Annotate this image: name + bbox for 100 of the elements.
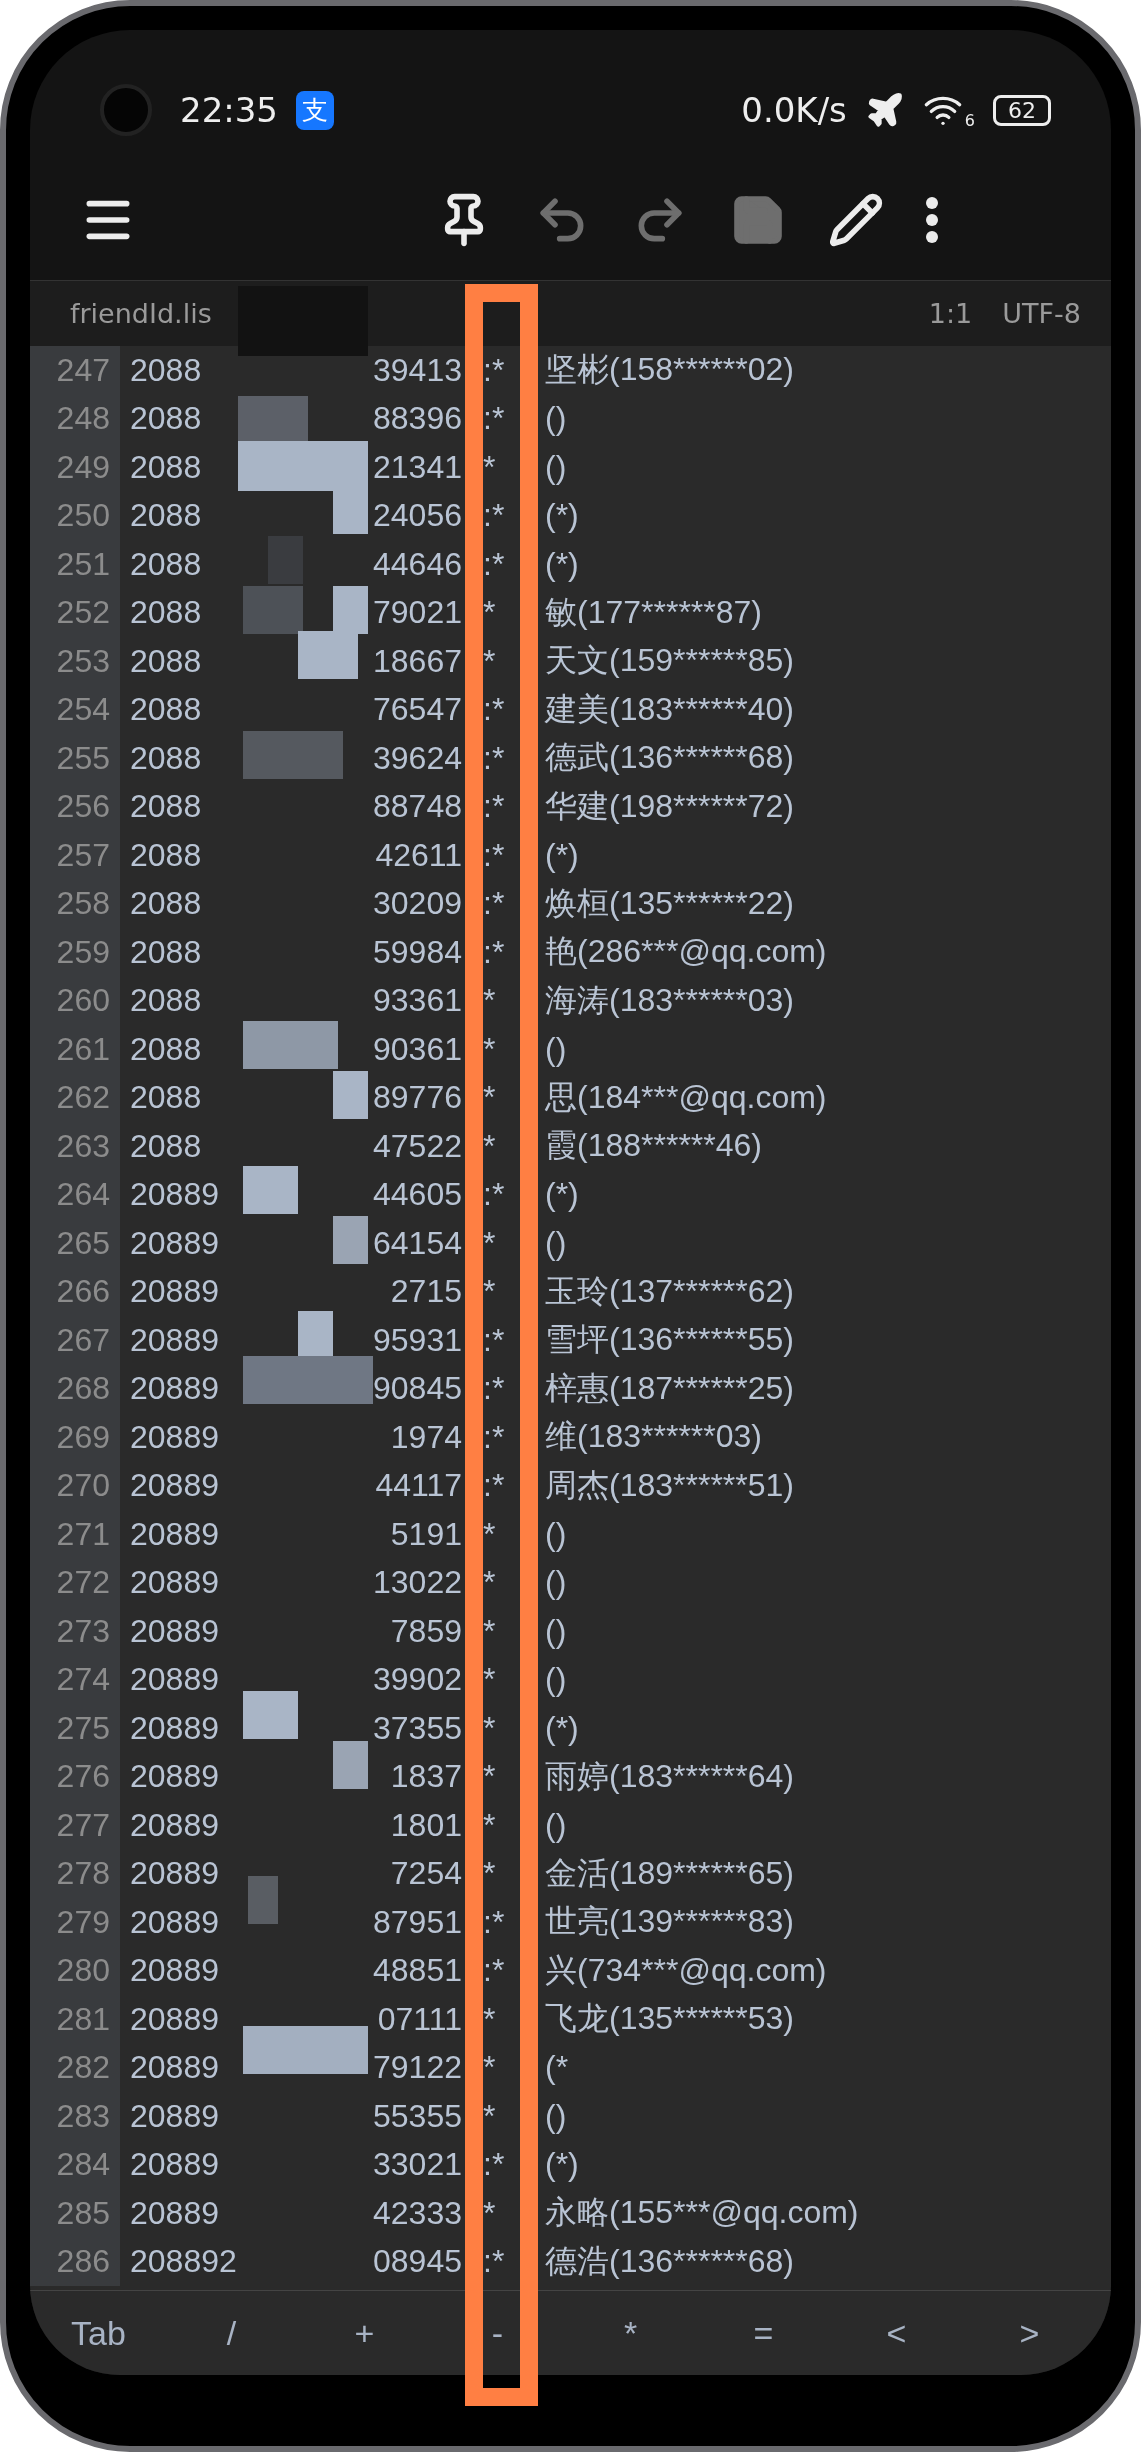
text-fragment: 79122 — [372, 2049, 462, 2087]
text-fragment: 2088 — [130, 351, 203, 389]
text-fragment: 20889 — [130, 1467, 220, 1505]
text-fragment: 20889 — [130, 2049, 220, 2087]
text-fragment: * — [483, 1758, 497, 1796]
text-fragment: :* — [483, 400, 506, 438]
text-fragment: () — [545, 1224, 568, 1262]
text-fragment: * — [483, 2194, 497, 2232]
text-fragment: 20889 — [130, 1661, 220, 1699]
text-fragment: * — [483, 2049, 497, 2087]
text-fragment: 2088 — [130, 545, 203, 583]
text-fragment: () — [545, 448, 568, 486]
text-fragment: () — [545, 2097, 568, 2135]
text-fragment: 55355 — [372, 2097, 462, 2135]
text-fragment: 2088 — [130, 739, 203, 777]
line-number: 259 — [30, 928, 120, 977]
text-fragment: 18667 — [372, 642, 462, 680]
text-fragment: * — [483, 1224, 497, 1262]
text-fragment: 7254 — [389, 1855, 462, 1893]
line-number: 283 — [30, 2092, 120, 2141]
text-fragment: :* — [483, 1370, 506, 1408]
text-fragment: 20889 — [130, 1855, 220, 1893]
text-fragment: :* — [483, 885, 506, 923]
text-fragment: 2088 — [130, 788, 203, 826]
text-fragment: 永略(155***@qq.com) — [545, 2193, 860, 2233]
text-fragment: 敏(177******87) — [545, 592, 763, 632]
text-fragment: 海涛(183******03) — [545, 980, 795, 1020]
symbol-key[interactable]: > — [963, 2291, 1096, 2375]
text-fragment: 2088 — [130, 982, 203, 1020]
text-fragment: * — [483, 982, 497, 1020]
text-fragment: :* — [483, 351, 506, 389]
text-fragment: 95931 — [372, 1321, 462, 1359]
symbol-key[interactable]: < — [830, 2291, 963, 2375]
text-fragment: (*) — [545, 2146, 580, 2184]
text-fragment: :* — [483, 739, 506, 777]
symbol-key[interactable]: / — [165, 2291, 298, 2375]
text-fragment: 20889 — [130, 1952, 220, 1990]
text-fragment: :* — [483, 1176, 506, 1214]
line-number: 257 — [30, 831, 120, 880]
text-fragment: :* — [483, 1467, 506, 1505]
text-fragment: 44605 — [372, 1176, 462, 1214]
edit-button[interactable] — [828, 192, 884, 248]
text-fragment: 7859 — [389, 1612, 462, 1650]
text-fragment: :* — [483, 497, 506, 535]
symbol-key[interactable]: Tab — [32, 2291, 165, 2375]
symbol-key[interactable]: = — [697, 2291, 830, 2375]
more-button[interactable] — [926, 197, 938, 243]
line-number: 247 — [30, 346, 120, 395]
text-fragment: 59984 — [372, 933, 462, 971]
line-number: 276 — [30, 1752, 120, 1801]
text-fragment: 37355 — [372, 1709, 462, 1747]
line-number: 285 — [30, 2189, 120, 2238]
text-fragment: 42333 — [372, 2194, 462, 2232]
pencil-icon — [828, 192, 884, 248]
text-fragment: 1837 — [389, 1758, 462, 1796]
text-fragment: 20889 — [130, 1612, 220, 1650]
text-fragment: 焕桓(135******22) — [545, 883, 795, 923]
text-fragment: 2088 — [130, 400, 203, 438]
line-number: 267 — [30, 1316, 120, 1365]
camera-icon — [100, 84, 152, 136]
symbol-key[interactable]: * — [564, 2291, 697, 2375]
text-fragment: 20889 — [130, 1709, 220, 1747]
text-fragment: :* — [483, 691, 506, 729]
symbol-key[interactable]: - — [431, 2291, 564, 2375]
line-number: 266 — [30, 1267, 120, 1316]
text-fragment: 39413 — [372, 351, 462, 389]
symbol-key[interactable]: + — [298, 2291, 431, 2375]
text-fragment: 33021 — [372, 2146, 462, 2184]
line-number: 274 — [30, 1655, 120, 1704]
text-fragment: :* — [483, 933, 506, 971]
text-fragment: 88748 — [372, 788, 462, 826]
text-fragment: () — [545, 1806, 568, 1844]
text-fragment: 德浩(136******68) — [545, 2241, 795, 2281]
line-number: 252 — [30, 588, 120, 637]
line-number: 282 — [30, 2043, 120, 2092]
text-fragment: :* — [483, 1321, 506, 1359]
text-fragment: 天文(159******85) — [545, 641, 795, 681]
text-fragment: 2088 — [130, 448, 203, 486]
text-fragment: * — [483, 1127, 497, 1165]
file-tab[interactable]: friendId.lis — [70, 298, 212, 329]
text-fragment: () — [545, 1515, 568, 1553]
text-fragment: 20889 — [130, 1176, 220, 1214]
line-number: 281 — [30, 1995, 120, 2044]
text-fragment: * — [483, 594, 497, 632]
text-fragment: 64154 — [372, 1224, 462, 1262]
encoding-label: UTF-8 — [1002, 298, 1081, 329]
line-number: 272 — [30, 1558, 120, 1607]
text-fragment: 13022 — [372, 1564, 462, 1602]
text-fragment: 44646 — [372, 545, 462, 583]
line-number: 270 — [30, 1461, 120, 1510]
text-fragment: () — [545, 1661, 568, 1699]
text-fragment: 建美(183******40) — [545, 689, 795, 729]
cursor-position: 1:1 — [928, 298, 973, 329]
text-fragment: * — [483, 1855, 497, 1893]
text-fragment: 2088 — [130, 497, 203, 535]
network-speed: 0.0K/s — [741, 90, 847, 130]
text-fragment: 89776 — [372, 1079, 462, 1117]
text-fragment: 艳(286***@qq.com) — [545, 932, 828, 972]
text-fragment: (*) — [545, 1176, 580, 1214]
text-fragment: 2088 — [130, 933, 203, 971]
